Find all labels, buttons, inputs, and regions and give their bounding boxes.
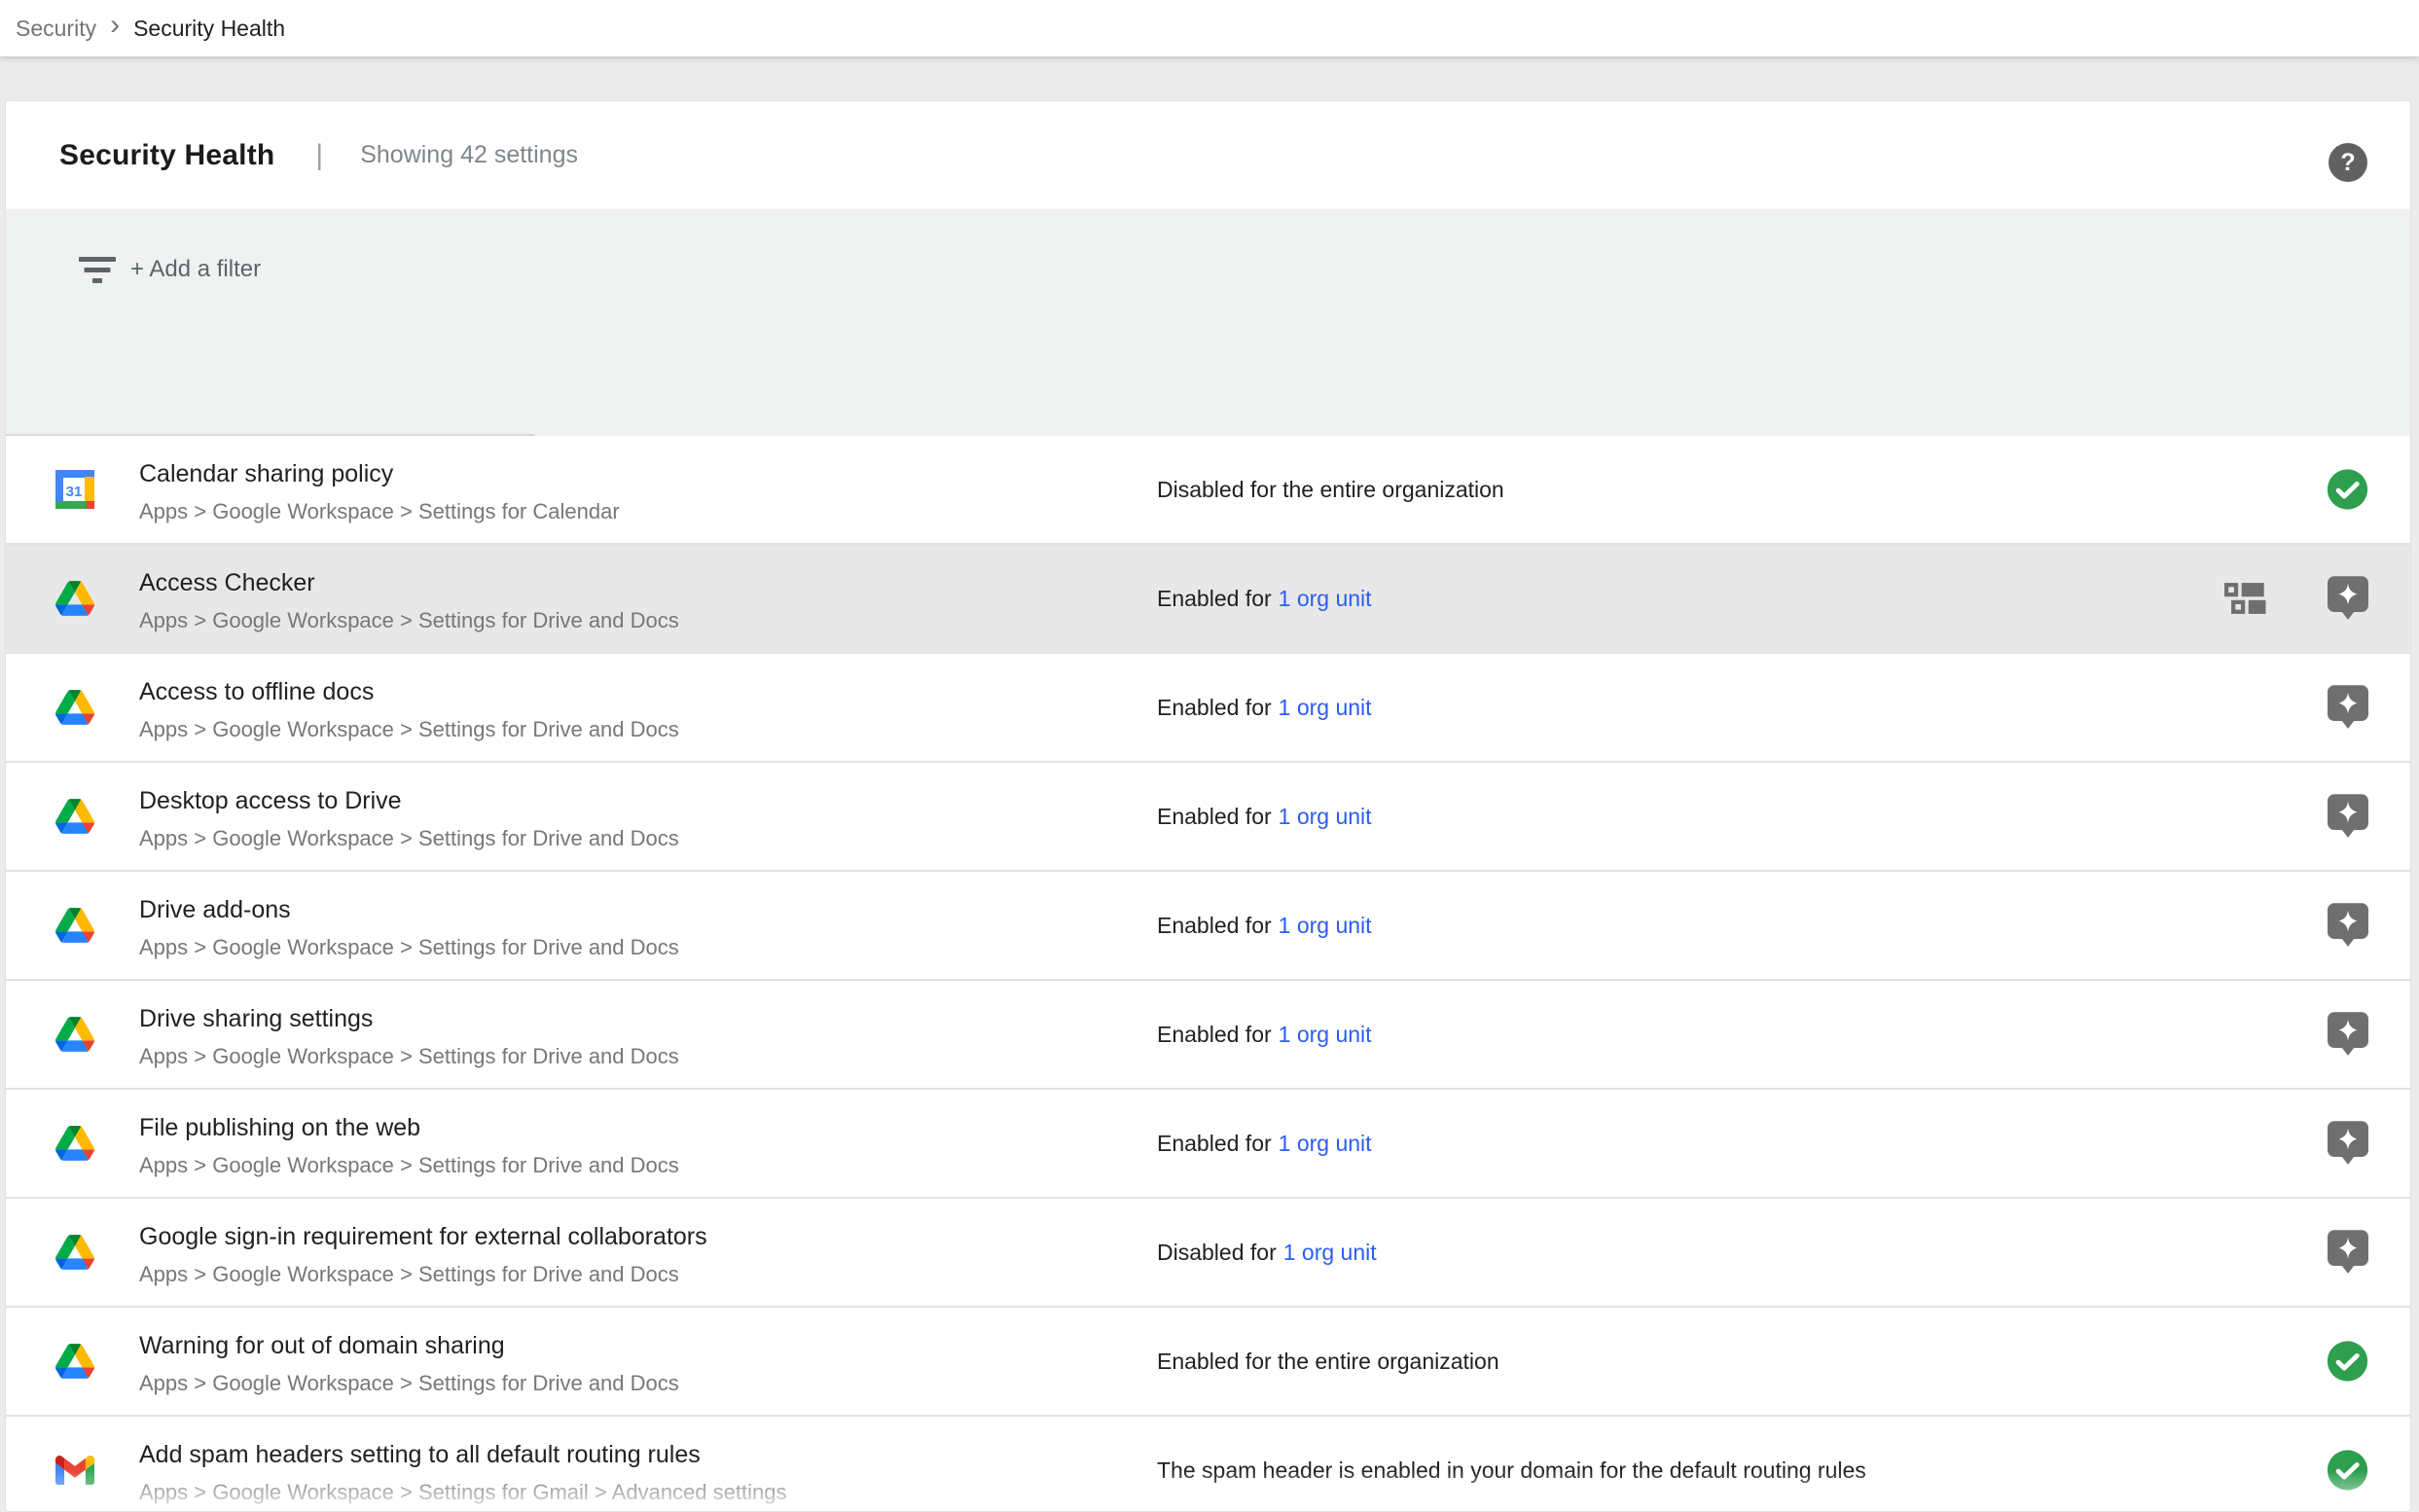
setting-path: Apps > Google Workspace > Settings for G… xyxy=(139,1479,786,1506)
status-text: The spam header is enabled in your domai… xyxy=(1157,1458,1866,1484)
recommendation-flag-icon[interactable] xyxy=(2328,1230,2368,1275)
setting-name: Drive sharing settings xyxy=(139,1004,679,1033)
status-ok-icon xyxy=(2326,468,2369,512)
breadcrumb-chevron-icon: › xyxy=(110,11,120,40)
drive-icon xyxy=(55,690,94,725)
recommendation-flag-icon[interactable] xyxy=(2328,1012,2368,1057)
breadcrumb-current: Security Health xyxy=(133,16,285,42)
row-drive-sharing-settings[interactable]: Drive sharing settings Apps > Google Wor… xyxy=(6,981,2410,1090)
setting-name: Access to offline docs xyxy=(139,677,679,706)
row-file-publishing-on-the-web[interactable]: File publishing on the web Apps > Google… xyxy=(6,1090,2410,1199)
filter-icon[interactable] xyxy=(76,253,119,288)
status-text: Disabled for xyxy=(1157,1240,1277,1266)
row-desktop-access-to-drive[interactable]: Desktop access to Drive Apps > Google Wo… xyxy=(6,763,2410,872)
drive-icon xyxy=(55,799,94,834)
recommendation-flag-icon[interactable] xyxy=(2328,794,2368,839)
status-text: Enabled for xyxy=(1157,913,1272,939)
org-unit-link[interactable]: 1 org unit xyxy=(1279,1131,1372,1157)
recommendation-flag-icon[interactable] xyxy=(2328,1121,2368,1166)
row-access-to-offline-docs[interactable]: Access to offline docs Apps > Google Wor… xyxy=(6,654,2410,763)
org-unit-link[interactable]: 1 org unit xyxy=(1279,913,1372,939)
setting-name: Add spam headers setting to all default … xyxy=(139,1440,786,1469)
setting-path: Apps > Google Workspace > Settings for D… xyxy=(139,934,679,961)
breadcrumb-parent-link[interactable]: Security xyxy=(16,16,96,42)
recommendation-flag-icon[interactable] xyxy=(2328,903,2368,948)
settings-table: Calendar sharing policy Apps > Google Wo… xyxy=(6,436,2410,1512)
drive-icon xyxy=(55,1344,94,1379)
status-text: Enabled for xyxy=(1157,586,1272,612)
org-units-icon xyxy=(2224,581,2269,616)
org-unit-link[interactable]: 1 org unit xyxy=(1279,695,1372,721)
row-access-checker[interactable]: Access Checker Apps > Google Workspace >… xyxy=(6,545,2410,654)
setting-name: Drive add-ons xyxy=(139,895,679,924)
status-text: Enabled for xyxy=(1157,1131,1272,1157)
setting-path: Apps > Google Workspace > Settings for D… xyxy=(139,607,679,634)
org-unit-link[interactable]: 1 org unit xyxy=(1279,804,1372,830)
drive-icon xyxy=(55,1017,94,1052)
setting-path: Apps > Google Workspace > Settings for D… xyxy=(139,1370,679,1397)
org-unit-link[interactable]: 1 org unit xyxy=(1279,586,1372,612)
drive-icon xyxy=(55,1126,94,1161)
row-google-sign-in-requirement[interactable]: Google sign-in requirement for external … xyxy=(6,1199,2410,1308)
drive-icon xyxy=(55,908,94,943)
filter-and-header-band: + Add a filter Setting name Status i xyxy=(6,209,2410,436)
status-text: Enabled for xyxy=(1157,695,1272,721)
security-health-card: Security Health | Showing 42 settings ? … xyxy=(5,100,2411,1512)
status-text: Enabled for xyxy=(1157,804,1272,830)
recommendation-flag-icon[interactable] xyxy=(2328,576,2368,621)
setting-path: Apps > Google Workspace > Settings for D… xyxy=(139,716,679,743)
status-ok-icon xyxy=(2326,1340,2369,1384)
org-unit-link[interactable]: 1 org unit xyxy=(1279,1022,1372,1048)
setting-name: File publishing on the web xyxy=(139,1113,679,1142)
setting-path: Apps > Google Workspace > Settings for D… xyxy=(139,1043,679,1070)
setting-name: Calendar sharing policy xyxy=(139,459,620,488)
status-ok-icon xyxy=(2326,1449,2369,1493)
setting-name: Access Checker xyxy=(139,568,679,597)
row-warning-for-out-of-domain-sharing[interactable]: Warning for out of domain sharing Apps >… xyxy=(6,1308,2410,1417)
help-icon[interactable]: ? xyxy=(2329,143,2367,182)
row-add-spam-headers-setting[interactable]: Add spam headers setting to all default … xyxy=(6,1417,2410,1512)
setting-path: Apps > Google Workspace > Settings for C… xyxy=(139,498,620,525)
row-drive-add-ons[interactable]: Drive add-ons Apps > Google Workspace > … xyxy=(6,872,2410,981)
status-text: Enabled for the entire organization xyxy=(1157,1349,1499,1375)
card-header: Security Health | Showing 42 settings ? xyxy=(6,101,2410,209)
status-text: Disabled for the entire organization xyxy=(1157,477,1504,503)
setting-path: Apps > Google Workspace > Settings for D… xyxy=(139,1261,707,1288)
add-filter-button[interactable]: + Add a filter xyxy=(130,209,261,329)
recommendation-flag-icon[interactable] xyxy=(2328,685,2368,730)
setting-name: Google sign-in requirement for external … xyxy=(139,1222,707,1251)
row-calendar-sharing-policy[interactable]: Calendar sharing policy Apps > Google Wo… xyxy=(6,436,2410,545)
setting-name: Desktop access to Drive xyxy=(139,786,679,815)
status-text: Enabled for xyxy=(1157,1022,1272,1048)
setting-path: Apps > Google Workspace > Settings for D… xyxy=(139,825,679,852)
gmail-icon xyxy=(55,1456,94,1485)
setting-name: Warning for out of domain sharing xyxy=(139,1331,679,1360)
drive-icon xyxy=(55,1235,94,1270)
page-title: Security Health xyxy=(59,139,274,172)
breadcrumb: Security › Security Health xyxy=(0,0,2419,56)
drive-icon xyxy=(55,581,94,616)
org-unit-link[interactable]: 1 org unit xyxy=(1283,1240,1377,1266)
calendar-icon xyxy=(55,470,94,509)
setting-path: Apps > Google Workspace > Settings for D… xyxy=(139,1152,679,1179)
title-divider: | xyxy=(315,139,323,172)
settings-count: Showing 42 settings xyxy=(360,141,578,169)
